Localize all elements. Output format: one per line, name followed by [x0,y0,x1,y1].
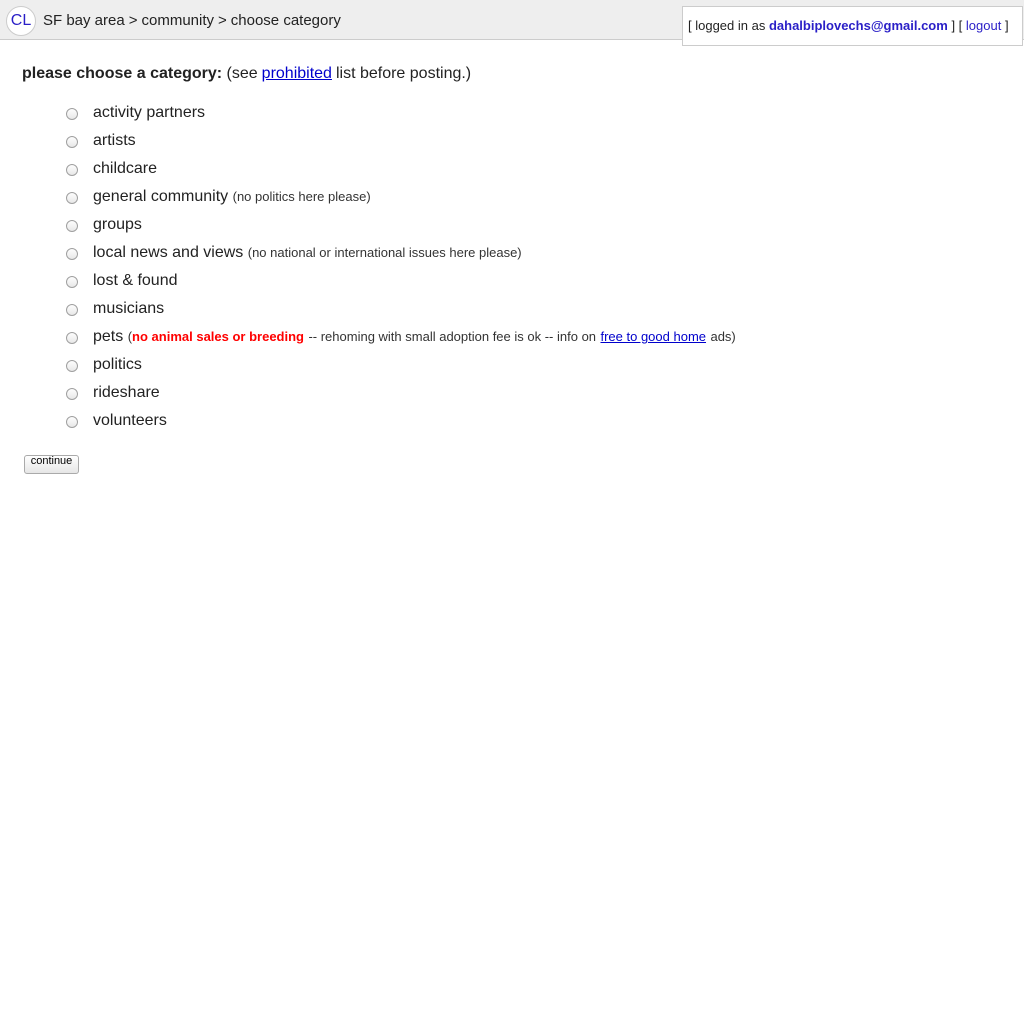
category-label[interactable]: volunteers [93,412,167,430]
category-option-artists[interactable]: artists [0,128,1024,156]
prompt-heading: please choose a category: [22,65,223,82]
category-option-lost-found[interactable]: lost & found [0,268,1024,296]
category-prompt: please choose a category: (see prohibited… [22,64,471,83]
category-note: (no national or international issues her… [247,245,522,260]
category-label[interactable]: musicians [93,300,164,318]
breadcrumb-current: choose category [230,12,341,29]
category-label[interactable]: rideshare [93,384,160,402]
category-option-rideshare[interactable]: rideshare [0,380,1024,408]
pets-note-close: ads) [710,329,736,344]
user-email: dahalbiplovechs@gmail.com [768,18,948,33]
category-option-volunteers[interactable]: volunteers [0,408,1024,436]
category-label[interactable]: activity partners [93,104,205,122]
category-label[interactable]: lost & found [93,272,178,290]
category-option-politics[interactable]: politics [0,352,1024,380]
category-radio[interactable] [66,192,78,204]
breadcrumb-section[interactable]: community [141,12,214,29]
category-label[interactable]: childcare [93,160,157,178]
category-radio[interactable] [66,416,78,428]
user-status-box: [ logged in as dahalbiplovechs@gmail.com… [682,6,1023,46]
breadcrumb: SF bay area > community > choose category [43,12,341,29]
breadcrumb-separator: > [218,12,227,29]
user-box-close: ] [1004,18,1009,33]
category-list: activity partners artists childcare gene… [0,100,1024,436]
category-radio[interactable] [66,164,78,176]
breadcrumb-area[interactable]: SF bay area [43,12,125,29]
category-radio[interactable] [66,220,78,232]
prohibited-link[interactable]: prohibited [262,65,332,82]
pets-note: -- rehoming with small adoption fee is o… [308,329,597,344]
category-label-wrap[interactable]: pets (no animal sales or breeding -- reh… [93,328,736,346]
logout-link[interactable]: logout [966,18,1001,33]
category-radio[interactable] [66,304,78,316]
category-radio[interactable] [66,388,78,400]
category-radio[interactable] [66,360,78,372]
category-label-wrap[interactable]: general community (no politics here plea… [93,188,371,206]
category-radio[interactable] [66,136,78,148]
category-note: (no politics here please) [232,189,371,204]
category-radio[interactable] [66,248,78,260]
category-option-local-news[interactable]: local news and views (no national or int… [0,240,1024,268]
category-option-activity-partners[interactable]: activity partners [0,100,1024,128]
category-radio[interactable] [66,332,78,344]
category-option-pets[interactable]: pets (no animal sales or breeding -- reh… [0,324,1024,352]
pets-warning: no animal sales or breeding [132,329,304,344]
category-option-musicians[interactable]: musicians [0,296,1024,324]
category-option-childcare[interactable]: childcare [0,156,1024,184]
prompt-post: list before posting.) [335,65,472,82]
user-box-divider: ] [ [951,18,963,33]
category-label[interactable]: politics [93,356,142,374]
category-label: local news and views [93,244,244,261]
category-label: pets [93,328,124,345]
category-option-general-community[interactable]: general community (no politics here plea… [0,184,1024,212]
category-label[interactable]: groups [93,216,142,234]
craigslist-logo[interactable]: CL [6,6,36,36]
logged-in-prefix: [ logged in as [688,18,766,33]
category-label[interactable]: artists [93,132,136,150]
prompt-pre: (see [226,65,258,82]
category-option-groups[interactable]: groups [0,212,1024,240]
continue-button[interactable]: continue [24,455,79,474]
category-label: general community [93,188,229,205]
free-to-good-home-link[interactable]: free to good home [600,329,706,344]
category-radio[interactable] [66,276,78,288]
category-label-wrap[interactable]: local news and views (no national or int… [93,244,522,262]
breadcrumb-separator: > [128,12,138,29]
category-radio[interactable] [66,108,78,120]
